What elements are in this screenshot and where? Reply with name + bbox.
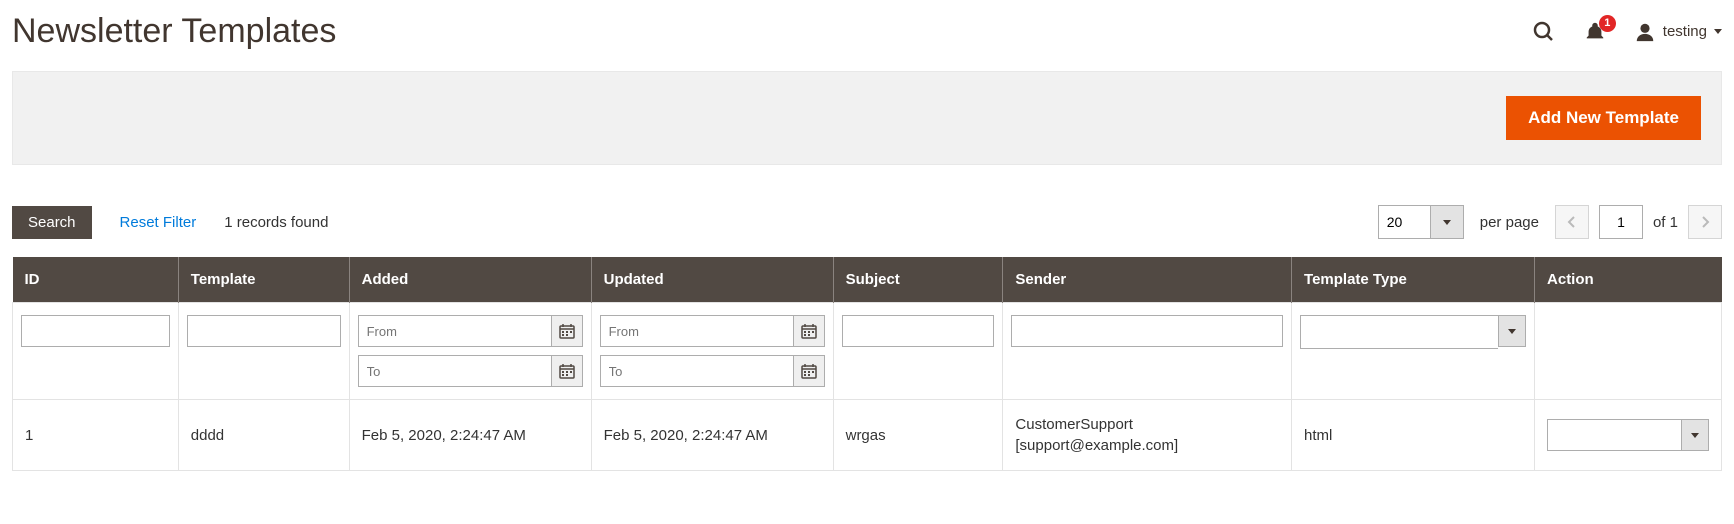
table-header-row: ID Template Added Updated Subject Sender… [13, 257, 1722, 303]
cell-id: 1 [13, 400, 179, 471]
records-found: 1 records found [224, 214, 328, 231]
col-header-sender[interactable]: Sender [1003, 257, 1292, 303]
calendar-icon[interactable] [793, 315, 825, 347]
col-header-added[interactable]: Added [349, 257, 591, 303]
chevron-left-icon [1567, 215, 1577, 229]
prev-page-button[interactable] [1555, 205, 1589, 239]
filter-added-from[interactable] [358, 315, 551, 347]
user-icon [1634, 21, 1656, 43]
filter-updated-to[interactable] [600, 355, 793, 387]
cell-sender: CustomerSupport [support@example.com] [1003, 400, 1292, 471]
col-header-template[interactable]: Template [178, 257, 349, 303]
col-header-subject[interactable]: Subject [833, 257, 1003, 303]
page-size-select[interactable] [1378, 205, 1464, 239]
templates-table: ID Template Added Updated Subject Sender… [12, 257, 1722, 471]
filter-added-to[interactable] [358, 355, 551, 387]
filter-type[interactable] [1300, 315, 1498, 349]
filter-subject[interactable] [842, 315, 995, 347]
filter-sender[interactable] [1011, 315, 1283, 347]
page-header: Newsletter Templates 1 testing [0, 0, 1734, 71]
calendar-icon[interactable] [551, 355, 583, 387]
notifications-icon[interactable]: 1 [1584, 21, 1606, 43]
cell-type: html [1292, 400, 1535, 471]
reset-filter-link[interactable]: Reset Filter [120, 214, 197, 231]
grid-left-controls: Search Reset Filter 1 records found [12, 206, 328, 239]
chevron-right-icon [1700, 215, 1710, 229]
grid-right-controls: per page of 1 [1378, 205, 1722, 239]
user-menu[interactable]: testing [1634, 21, 1722, 43]
page-size-input[interactable] [1378, 205, 1430, 239]
table-row[interactable]: 1 dddd Feb 5, 2020, 2:24:47 AM Feb 5, 20… [13, 400, 1722, 471]
page-input[interactable] [1599, 205, 1643, 239]
col-header-id[interactable]: ID [13, 257, 179, 303]
filter-type-dropdown-button[interactable] [1498, 315, 1526, 347]
col-header-updated[interactable]: Updated [591, 257, 833, 303]
calendar-icon[interactable] [793, 355, 825, 387]
filter-template[interactable] [187, 315, 341, 347]
cell-added: Feb 5, 2020, 2:24:47 AM [349, 400, 591, 471]
action-bar: Add New Template [12, 71, 1722, 165]
notification-badge: 1 [1599, 15, 1616, 32]
action-select[interactable] [1547, 419, 1681, 451]
of-total: of 1 [1653, 214, 1678, 231]
add-new-template-button[interactable]: Add New Template [1506, 96, 1701, 140]
chevron-down-icon [1443, 220, 1451, 225]
next-page-button[interactable] [1688, 205, 1722, 239]
calendar-icon[interactable] [551, 315, 583, 347]
search-button[interactable]: Search [12, 206, 92, 239]
search-icon[interactable] [1532, 20, 1556, 44]
action-dropdown-button[interactable] [1681, 419, 1709, 451]
filter-updated-from[interactable] [600, 315, 793, 347]
cell-template: dddd [178, 400, 349, 471]
chevron-down-icon [1508, 329, 1516, 334]
filter-row [13, 303, 1722, 400]
sender-name: CustomerSupport [1015, 414, 1279, 435]
cell-action [1535, 400, 1722, 471]
col-header-action[interactable]: Action [1535, 257, 1722, 303]
chevron-down-icon [1691, 433, 1699, 438]
chevron-down-icon [1714, 29, 1722, 34]
cell-updated: Feb 5, 2020, 2:24:47 AM [591, 400, 833, 471]
sender-email: [support@example.com] [1015, 435, 1279, 456]
per-page-label: per page [1480, 214, 1539, 231]
filter-id[interactable] [21, 315, 170, 347]
col-header-type[interactable]: Template Type [1292, 257, 1535, 303]
header-actions: 1 testing [1532, 20, 1722, 44]
user-name: testing [1663, 23, 1707, 40]
pager: of 1 [1555, 205, 1722, 239]
cell-subject: wrgas [833, 400, 1003, 471]
grid-controls: Search Reset Filter 1 records found per … [0, 165, 1734, 257]
page-size-dropdown-button[interactable] [1430, 205, 1464, 239]
page-title: Newsletter Templates [12, 12, 336, 51]
